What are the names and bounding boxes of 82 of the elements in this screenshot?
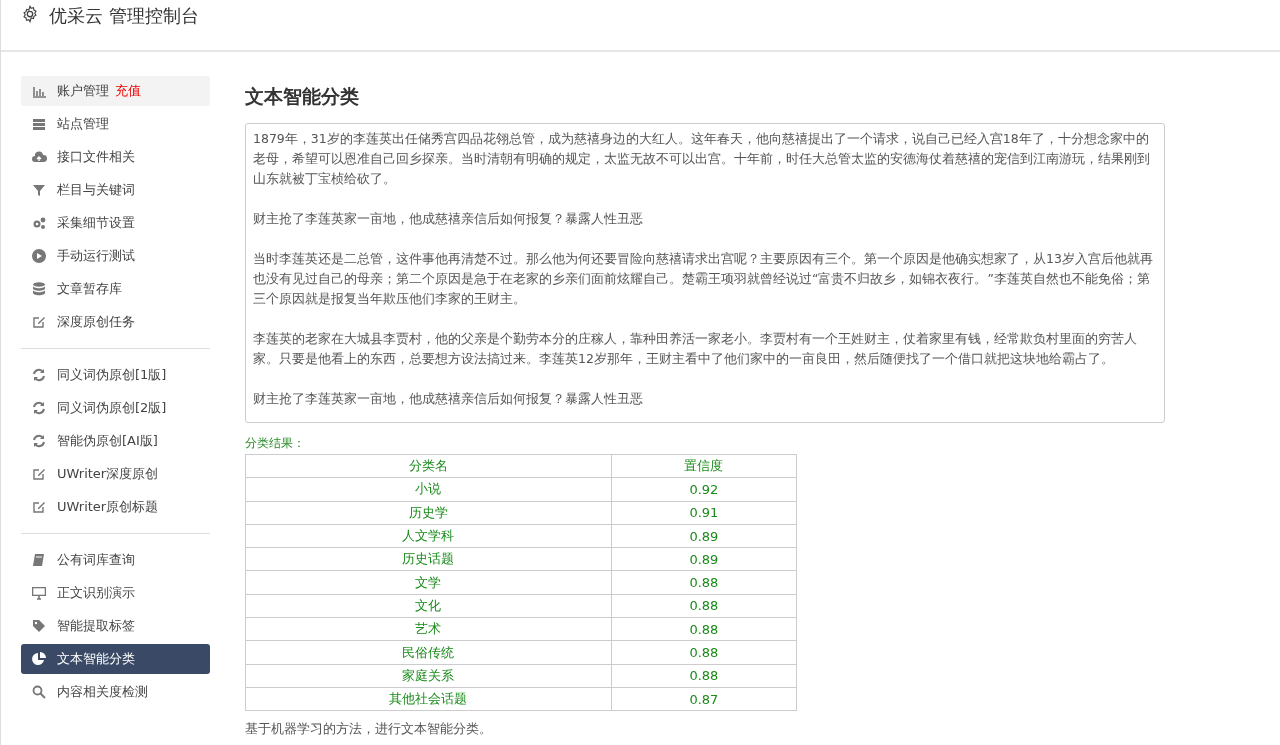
menu-label: 智能伪原创[AI版] xyxy=(57,432,158,450)
book-icon xyxy=(31,552,47,568)
sidebar-item[interactable]: 内容相关度检测 xyxy=(21,677,210,707)
table-cell: 0.88 xyxy=(611,640,797,665)
sidebar-item[interactable]: 文章暂存库 xyxy=(21,274,210,304)
sidebar-item[interactable]: 深度原创任务 xyxy=(21,307,210,337)
result-label: 分类结果： xyxy=(245,435,305,452)
table-cell: 民俗传统 xyxy=(245,640,612,665)
edit-icon xyxy=(31,466,47,482)
refresh-icon xyxy=(31,433,47,449)
table-cell: 0.88 xyxy=(611,594,797,618)
sidebar-item[interactable]: 站点管理 xyxy=(21,109,210,139)
menu-label: 同义词伪原创[2版] xyxy=(57,399,167,417)
menu-label: 账户管理 xyxy=(57,82,109,100)
menu-label: UWriter原创标题 xyxy=(57,498,159,516)
sidebar-item[interactable]: 同义词伪原创[2版] xyxy=(21,393,210,423)
menu-label: 接口文件相关 xyxy=(57,148,135,166)
table-cell: 0.88 xyxy=(611,664,797,688)
table-cell: 历史学 xyxy=(245,501,612,525)
page-title: 文本智能分类 xyxy=(245,84,359,109)
recharge-link[interactable]: 充值 xyxy=(115,82,141,100)
menu-label: 正文识别演示 xyxy=(57,584,135,602)
table-cell: 艺术 xyxy=(245,617,612,641)
app-title: 优采云 管理控制台 xyxy=(49,4,199,28)
sidebar-item[interactable]: 手动运行测试 xyxy=(21,241,210,271)
sidebar-item[interactable]: UWriter原创标题 xyxy=(21,492,210,522)
play-icon xyxy=(31,248,47,264)
cloud-upload-icon xyxy=(31,149,47,165)
menu-label: 栏目与关键词 xyxy=(57,181,135,199)
sidebar-item[interactable]: 公有词库查询 xyxy=(21,545,210,575)
menu-label: UWriter深度原创 xyxy=(57,465,159,483)
table-cell: 文化 xyxy=(245,594,612,618)
menu-label: 站点管理 xyxy=(57,115,109,133)
menu-label: 文本智能分类 xyxy=(57,650,135,668)
sidebar-item[interactable]: 正文识别演示 xyxy=(21,578,210,608)
settings-icon xyxy=(21,5,39,23)
table-cell: 0.89 xyxy=(611,524,797,548)
menu-label: 公有词库查询 xyxy=(57,551,135,569)
edit-icon xyxy=(31,314,47,330)
menu-label: 手动运行测试 xyxy=(57,247,135,265)
database-icon xyxy=(31,281,47,297)
column-header: 置信度 xyxy=(611,454,797,478)
table-cell: 0.92 xyxy=(611,477,797,502)
monitor-icon xyxy=(31,585,47,601)
table-cell: 历史话题 xyxy=(245,547,612,571)
edit-icon xyxy=(31,499,47,515)
server-icon xyxy=(31,116,47,132)
text-input-field[interactable]: 1879年，31岁的李莲英出任储秀宫四品花翎总管，成为慈禧身边的大红人。这年春天，他向慈禧提出了一个请求，说自己已经入宫18年了，十分想念家中的老母，希望可以恩准自己回乡探亲。当时清朝有明确的规定，太监无故不可以出宫。十年前，时任大总管太监的安德海仗着慈禧的宠信到江南游玩，结果刚到山东就被丁宝桢给砍了。 财主抢了李莲英家一亩地，他成慈禧亲信后如何报复？暴露人性丑恶 当时李莲英还是二总管，这件事他再清楚不过。那么他为何还要冒险向慈禧请求出宫呢？主要原因有三个。第一个原因是他确实想家了，从13岁入宫后他就再也没有见过自己的母亲；第二个原因是急于在老家的乡亲们面前炫耀自己。楚霸王项羽就曾经说过“富贵不归故乡，如锦衣夜行。”李莲英自然也不能免俗；第三个原因就是报复当年欺压他们李家的王财主。 李莲英的老家在大城县李贾村，他的父亲是个勤劳本分的庄稼人，靠种田养活一家老小。李贾村有一个王姓财主，仗着家里有钱，经常欺负村里面的穷苦人家。只要是他看上的东西，总要想方设法搞过来。李莲英12岁那年，王财主看中了他们家中的一亩良田，然后随便找了一个借口就把这块地给霸占了。 财主抢了李莲英家一亩地，他成慈禧亲信后如何报复？暴露人性丑恶 xyxy=(245,123,1165,423)
table-cell: 0.88 xyxy=(611,571,797,595)
column-header: 分类名 xyxy=(245,454,612,478)
sidebar-item[interactable]: 栏目与关键词 xyxy=(21,175,210,205)
description-text: 基于机器学习的方法，进行文本智能分类。 xyxy=(245,720,492,739)
table-cell: 0.89 xyxy=(611,547,797,571)
menu-label: 同义词伪原创[1版] xyxy=(57,366,167,384)
table-cell: 0.87 xyxy=(611,687,797,711)
sidebar-item[interactable]: 同义词伪原创[1版] xyxy=(21,360,210,390)
sidebar-item[interactable]: 智能伪原创[AI版] xyxy=(21,426,210,456)
sidebar-item[interactable]: 文本智能分类 xyxy=(21,644,210,674)
table-cell: 文学 xyxy=(245,571,612,595)
sidebar-item[interactable]: 采集细节设置 xyxy=(21,208,210,238)
filter-icon xyxy=(31,182,47,198)
menu-label: 文章暂存库 xyxy=(57,280,122,298)
table-cell: 0.91 xyxy=(611,501,797,525)
search-icon xyxy=(31,684,47,700)
menu-label: 内容相关度检测 xyxy=(57,683,148,701)
menu-label: 采集细节设置 xyxy=(57,214,135,232)
sidebar-item[interactable]: 账户管理 充值 xyxy=(21,76,210,106)
pie-chart-icon xyxy=(31,651,47,667)
table-cell: 小说 xyxy=(245,477,612,502)
sidebar-item[interactable]: 智能提取标签 xyxy=(21,611,210,641)
sidebar-item[interactable]: UWriter深度原创 xyxy=(21,459,210,489)
refresh-icon xyxy=(31,400,47,416)
menu-label: 深度原创任务 xyxy=(57,313,135,331)
table-cell: 0.88 xyxy=(611,617,797,641)
gears-icon xyxy=(31,215,47,231)
table-cell: 家庭关系 xyxy=(245,664,612,688)
table-cell: 其他社会话题 xyxy=(245,687,612,711)
tag-icon xyxy=(31,618,47,634)
refresh-icon xyxy=(31,367,47,383)
menu-label: 智能提取标签 xyxy=(57,617,135,635)
sidebar-item[interactable]: 接口文件相关 xyxy=(21,142,210,172)
table-cell: 人文学科 xyxy=(245,524,612,548)
